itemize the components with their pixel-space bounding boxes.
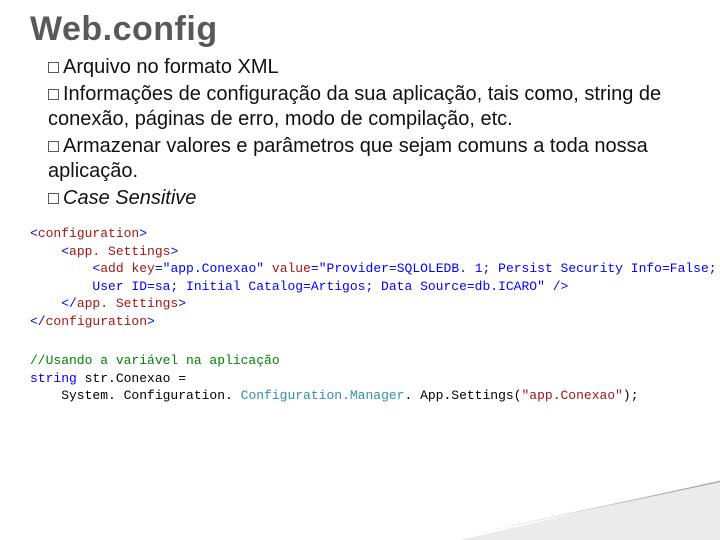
code-block-csharp: //Usando a variável na aplicação string … [30, 352, 690, 405]
tok: = [155, 261, 163, 276]
bullet-item: Armazenar valores e parâmetros que sejam… [48, 134, 690, 184]
tok: </ [30, 314, 46, 329]
bullet-lead: Informações [63, 83, 173, 105]
tok: configuration [38, 226, 139, 241]
tok: = [311, 261, 319, 276]
tok: "app.Conexao" [522, 388, 623, 403]
tok: key [131, 261, 154, 276]
tok: app. Settings [69, 244, 170, 259]
tok: < [30, 244, 69, 259]
bullet-item: Case Sensitive [48, 186, 690, 211]
tok: < [30, 261, 100, 276]
bullet-item: Informações de configuração da sua aplic… [48, 82, 690, 132]
tok: < [30, 226, 38, 241]
tok: . App.Settings( [404, 388, 521, 403]
bullet-lead: Arquivo [63, 56, 131, 78]
tok: > [139, 226, 147, 241]
tok: </ [30, 296, 77, 311]
tok: > [170, 244, 178, 259]
bullet-marker-icon [48, 89, 59, 100]
bullet-marker-icon [48, 62, 59, 73]
bullet-lead: Case [63, 187, 110, 209]
tok: > [147, 314, 155, 329]
tok: User ID=sa; Initial Catalog=Artigos; Dat… [30, 279, 545, 294]
tok: add [100, 261, 123, 276]
bullet-rest: no formato XML [131, 56, 279, 78]
tok: //Usando a variável na aplicação [30, 353, 280, 368]
slide: Web.config Arquivo no formato XML Inform… [0, 0, 720, 540]
bullet-list: Arquivo no formato XML Informações de co… [48, 55, 690, 211]
tok: configuration [46, 314, 147, 329]
tok: string [30, 371, 77, 386]
bullet-rest: Sensitive [110, 187, 197, 209]
tok: "app.Conexao" [163, 261, 264, 276]
tok [264, 261, 272, 276]
tok: str.Conexao = [77, 371, 186, 386]
bullet-item: Arquivo no formato XML [48, 55, 690, 80]
tok: System. Configuration. [30, 388, 241, 403]
tok: value [272, 261, 311, 276]
bullet-marker-icon [48, 193, 59, 204]
slide-title: Web.config [30, 10, 690, 49]
tok: /> [545, 279, 568, 294]
tok: ); [623, 388, 639, 403]
bullet-marker-icon [48, 141, 59, 152]
code-block-xml: <configuration> <app. Settings> <add key… [30, 225, 690, 330]
tok: "Provider=SQLOLEDB. 1; Persist Security … [319, 261, 717, 276]
bullet-lead: Armazenar [63, 135, 161, 157]
tok: Configuration.Manager [241, 388, 405, 403]
tok: > [178, 296, 186, 311]
tok: app. Settings [77, 296, 178, 311]
